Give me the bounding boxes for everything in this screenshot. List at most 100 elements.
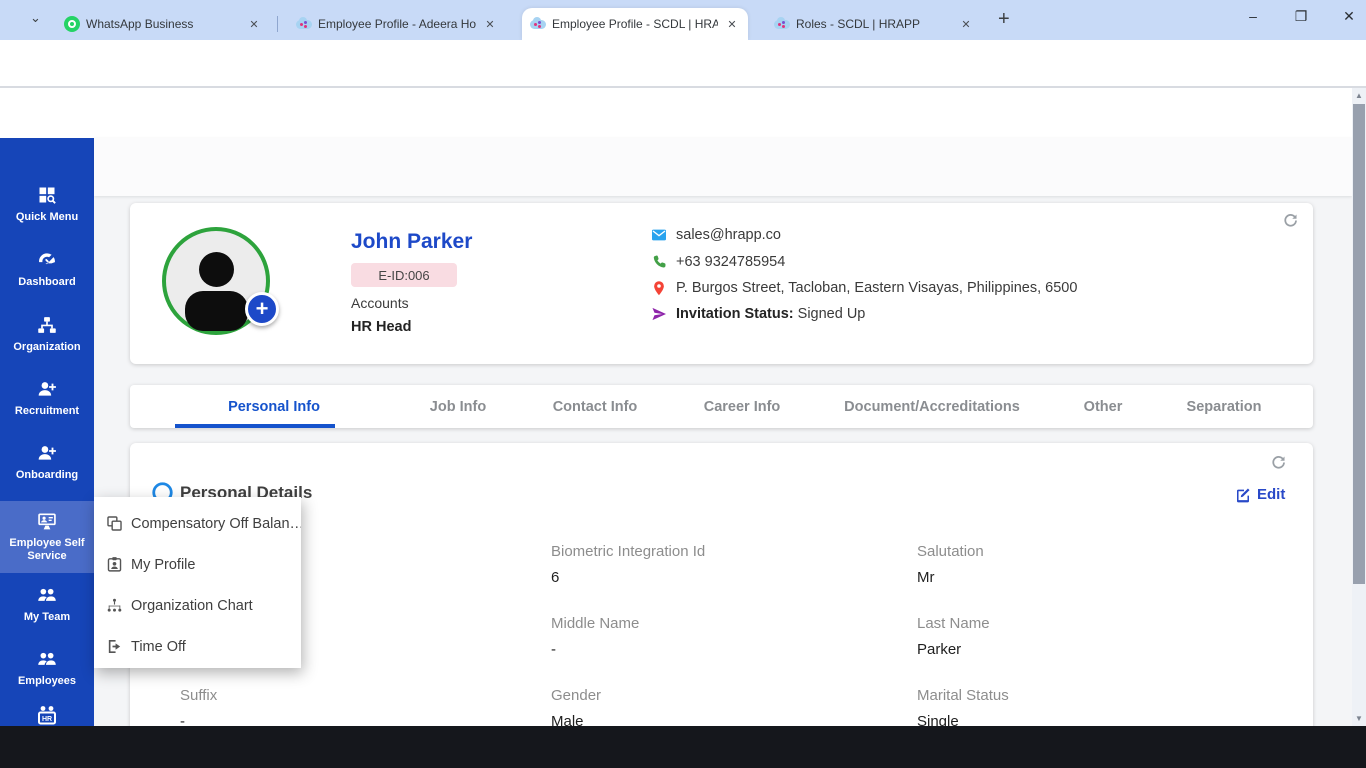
hrapp-favicon: [530, 16, 546, 32]
sidebar-item-onboarding[interactable]: Onboarding: [0, 443, 94, 499]
sidebar-item-label: Recruitment: [14, 405, 80, 417]
copy-icon: [106, 515, 123, 532]
address-row: P. Burgos Street, Tacloban, Eastern Visa…: [651, 280, 1077, 296]
menu-item-my-profile[interactable]: My Profile: [94, 544, 301, 585]
organization-icon: [37, 315, 57, 335]
field-suffix: Suffix -: [180, 687, 218, 730]
tab-title: WhatsApp Business: [86, 17, 194, 31]
avatar-silhouette-head: [199, 252, 234, 287]
tab-job-info[interactable]: Job Info: [430, 385, 486, 428]
window-minimize-button[interactable]: –: [1236, 0, 1270, 32]
field-gender: Gender Male: [551, 687, 602, 730]
email-value[interactable]: sales@hrapp.co: [676, 227, 781, 243]
employees-icon: [37, 649, 57, 669]
browser-tab-strip: ⌄ WhatsApp Business ✕ Employee Profile -…: [0, 0, 1366, 40]
tab-title: Employee Profile - SCDL | HRAP: [552, 17, 718, 31]
sidebar-item-label: Dashboard: [18, 276, 76, 288]
org-chart-icon: [106, 597, 123, 614]
tab-employee-profile-scdl[interactable]: Employee Profile - SCDL | HRAP ✕: [522, 8, 748, 40]
whatsapp-favicon: [64, 16, 80, 32]
refresh-card-icon[interactable]: [1282, 212, 1299, 229]
edit-button[interactable]: Edit: [1235, 486, 1285, 503]
tab-search-chevron-icon[interactable]: ⌄: [30, 10, 41, 26]
tab-close-icon[interactable]: ✕: [246, 16, 262, 32]
time-off-icon: [106, 638, 123, 655]
sidebar-item-label: My Team: [23, 611, 71, 623]
tab-separator: [277, 16, 278, 32]
window-close-button[interactable]: ✕: [1332, 0, 1366, 32]
sidebar-item-my-team[interactable]: My Team: [0, 585, 94, 641]
sidebar-item-label: Onboarding: [15, 469, 79, 481]
avatar-silhouette-body: [185, 291, 248, 331]
menu-item-compensatory-off-balance[interactable]: Compensatory Off Balan…: [94, 503, 301, 544]
sidebar-item-label: Quick Menu: [15, 211, 79, 223]
sidebar-item-dashboard[interactable]: Dashboard: [0, 250, 94, 306]
phone-value[interactable]: +63 9324785954: [676, 254, 785, 270]
menu-item-organization-chart[interactable]: Organization Chart: [94, 585, 301, 626]
tab-title: Employee Profile - Adeera Hosp: [318, 17, 476, 31]
sidebar-item-label: Organization: [13, 341, 81, 353]
page-scrollbar[interactable]: ▲ ▼: [1352, 88, 1366, 726]
hrapp-favicon: [774, 16, 790, 32]
tab-other[interactable]: Other: [1084, 385, 1123, 428]
app-header: ^ Camu 4 0 John: [0, 88, 1366, 218]
new-tab-button[interactable]: +: [998, 8, 1010, 31]
tab-whatsapp[interactable]: WhatsApp Business ✕: [56, 8, 270, 40]
location-pin-icon: [651, 280, 667, 296]
email-row: sales@hrapp.co: [651, 227, 781, 243]
tab-close-icon[interactable]: ✕: [482, 16, 498, 32]
browser-toolbar: ← → showpeople.hrapp.co/v3/employee-prof…: [0, 40, 1366, 120]
profile-tabs-bar: Personal Info Job Info Contact Info Care…: [130, 385, 1313, 428]
invitation-status-value: Signed Up: [793, 306, 866, 322]
phone-icon: [651, 254, 667, 270]
field-middle-name: Middle Name -: [551, 615, 640, 658]
tab-document-accreditations[interactable]: Document/Accreditations: [844, 385, 1020, 428]
tab-close-icon[interactable]: ✕: [958, 16, 974, 32]
hrapp-favicon: [296, 16, 312, 32]
self-service-menu: Compensatory Off Balan… My Profile Organ…: [94, 497, 301, 668]
sidebar-item-employees[interactable]: Employees: [0, 649, 94, 705]
sidebar-item-employee-self-service[interactable]: Employee Self Service: [0, 501, 94, 573]
recruitment-icon: [37, 379, 57, 399]
badge-person-icon: [106, 556, 123, 573]
tab-separation[interactable]: Separation: [1187, 385, 1262, 428]
edit-pencil-icon: [1235, 487, 1251, 503]
tab-employee-profile-adeera[interactable]: Employee Profile - Adeera Hosp ✕: [288, 8, 506, 40]
tab-roles-scdl[interactable]: Roles - SCDL | HRAPP ✕: [766, 8, 982, 40]
windows-taskbar: O 32°C Mostly sunny: [0, 726, 1366, 768]
sidebar-item-quick-menu[interactable]: Quick Menu: [0, 185, 94, 241]
menu-item-time-off[interactable]: Time Off: [94, 626, 301, 667]
field-last-name: Last Name Parker: [917, 615, 990, 658]
sidebar-item-partial[interactable]: [0, 704, 94, 726]
refresh-section-icon[interactable]: [1270, 454, 1287, 471]
sidebar-item-recruitment[interactable]: Recruitment: [0, 379, 94, 435]
invitation-status-row: Invitation Status: Signed Up: [651, 306, 865, 322]
sidebar: Quick Menu Dashboard Organization Recrui…: [0, 138, 94, 726]
avatar-add-photo-button[interactable]: +: [245, 292, 279, 326]
tab-contact-info[interactable]: Contact Info: [553, 385, 638, 428]
employee-department: Accounts: [351, 295, 409, 311]
field-biometric-integration-id: Biometric Integration Id 6: [551, 543, 706, 586]
employee-self-service-icon: [37, 511, 57, 531]
scroll-up-icon[interactable]: ▲: [1352, 91, 1366, 100]
hr-process-icon: [35, 704, 59, 726]
send-icon: [651, 306, 667, 322]
employee-name[interactable]: John Parker: [351, 230, 472, 254]
sidebar-item-label: Employees: [17, 675, 77, 687]
scrollbar-thumb[interactable]: [1353, 104, 1365, 584]
sidebar-item-label: Employee Self Service: [9, 537, 85, 562]
tab-title: Roles - SCDL | HRAPP: [796, 17, 921, 31]
invitation-status-label: Invitation Status:: [676, 306, 794, 322]
scroll-down-icon[interactable]: ▼: [1352, 714, 1366, 723]
window-maximize-button[interactable]: ❐: [1284, 0, 1318, 32]
quick-menu-icon: [37, 185, 57, 205]
sidebar-item-organization[interactable]: Organization: [0, 315, 94, 371]
field-marital-status: Marital Status Single: [917, 687, 1009, 730]
tab-personal-info[interactable]: Personal Info: [228, 385, 320, 428]
my-team-icon: [37, 585, 57, 605]
tab-close-icon[interactable]: ✕: [724, 16, 740, 32]
dashboard-icon: [37, 250, 57, 270]
address-value: P. Burgos Street, Tacloban, Eastern Visa…: [676, 280, 1078, 296]
tab-career-info[interactable]: Career Info: [704, 385, 781, 428]
field-salutation: Salutation Mr: [917, 543, 984, 586]
